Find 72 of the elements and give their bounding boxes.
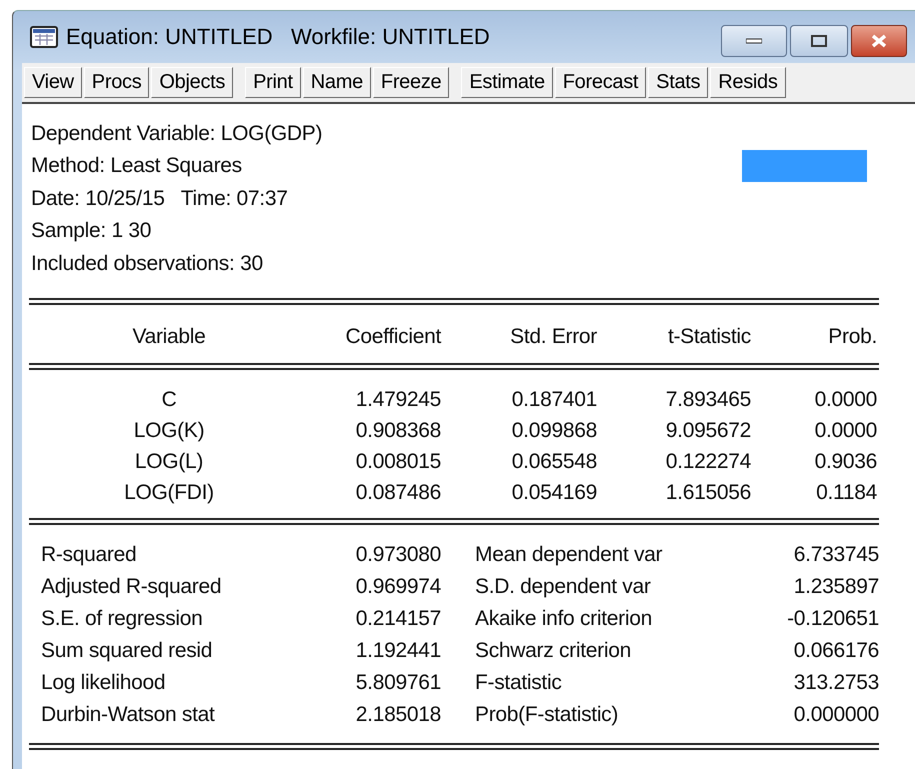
toolbar-button[interactable]: View — [24, 67, 82, 98]
toolbar-button[interactable]: Estimate — [461, 67, 553, 98]
statistic-value: 0.066176 — [792, 638, 879, 664]
maximize-icon — [811, 35, 827, 47]
statistic-label: S.D. dependent var — [474, 574, 652, 600]
window-title: Equation: UNTITLED Workfile: UNTITLED — [66, 24, 491, 50]
column-header: Variable — [131, 325, 207, 350]
table-cell-text: LOG(FDI) — [123, 480, 215, 506]
table-cell-text: LOG(L) — [134, 449, 204, 476]
statistic-value: 1.192441 — [354, 638, 441, 664]
header-line: Included observations: 30 — [31, 250, 263, 277]
minimize-button[interactable] — [721, 25, 787, 57]
table-cell-text: 0.0000 — [814, 418, 877, 444]
table-cell-text: 0.054169 — [510, 480, 597, 506]
table-cell-text: 0.187401 — [510, 387, 597, 414]
statistic-label: S.E. of regression — [40, 606, 204, 632]
toolbar-button[interactable]: Print — [245, 67, 301, 98]
statistic-value: 0.000000 — [792, 702, 879, 728]
table-cell-text: 0.908368 — [354, 418, 441, 444]
header-line: Method: Least Squares — [31, 153, 242, 180]
toolbar-button[interactable]: Name — [302, 67, 371, 98]
statistic-value: 0.969974 — [354, 574, 441, 600]
statistic-value: 2.185018 — [354, 702, 441, 728]
statistic-value: 0.973080 — [354, 542, 441, 568]
window-icon — [30, 26, 58, 48]
toolbar-button[interactable]: Freeze — [372, 67, 450, 98]
statistic-label: Prob(F-statistic) — [474, 702, 620, 728]
table-cell-text: 7.893465 — [664, 387, 751, 414]
statistic-label: Durbin-Watson stat — [40, 702, 216, 728]
statistic-label: F-statistic — [474, 670, 563, 696]
table-cell-text: 0.0000 — [814, 387, 877, 414]
statistic-label: Mean dependent var — [474, 542, 664, 568]
statistic-label: Schwarz criterion — [474, 638, 632, 664]
table-cell-text: 0.099868 — [510, 418, 597, 444]
table-cell-text: LOG(K) — [132, 418, 206, 444]
toolbar-button[interactable]: Stats — [648, 67, 708, 98]
table-cell-text: C — [160, 387, 178, 414]
toolbar-button[interactable]: Forecast — [554, 67, 646, 98]
table-cell-text: 1.615056 — [664, 480, 751, 506]
header-line: Date: 10/25/15 Time: 07:37 — [31, 186, 288, 212]
close-icon — [870, 34, 888, 48]
table-cell-text: 0.1184 — [815, 480, 877, 506]
column-header: Prob. — [827, 325, 877, 350]
table-cell-text: 9.095672 — [664, 418, 751, 444]
statistic-value: -0.120651 — [786, 606, 879, 632]
maximize-button[interactable] — [790, 25, 848, 57]
statistic-label: R-squared — [40, 542, 138, 568]
header-line: Sample: 1 30 — [31, 218, 152, 244]
column-header: Coefficient — [344, 325, 441, 350]
column-header: Std. Error — [509, 325, 597, 350]
minimize-icon — [746, 38, 762, 44]
table-cell-text: 0.122274 — [664, 449, 751, 476]
toolbar-button[interactable]: Procs — [84, 67, 150, 98]
statistic-value: 6.733745 — [792, 542, 879, 568]
statistic-label: Adjusted R-squared — [40, 574, 222, 600]
table-cell-text: 0.008015 — [354, 449, 441, 476]
toolbar-button[interactable]: Objects — [151, 67, 234, 98]
table-cell-text: 0.9036 — [814, 449, 877, 476]
table-cell-text: 0.087486 — [354, 480, 441, 506]
table-cell-text: 1.479245 — [354, 387, 441, 414]
statistic-value: 0.214157 — [354, 606, 441, 632]
toolbar-button[interactable]: Resids — [710, 67, 786, 98]
statistic-value: 313.2753 — [792, 670, 879, 696]
table-cell-text: 0.065548 — [510, 449, 597, 476]
statistic-value: 5.809761 — [354, 670, 441, 696]
statistic-label: Sum squared resid — [40, 638, 214, 664]
statistic-label: Log likelihood — [40, 670, 166, 696]
statistic-label: Akaike info criterion — [474, 606, 653, 632]
statistic-value: 1.235897 — [792, 574, 879, 600]
close-button[interactable] — [851, 25, 907, 57]
header-line: Dependent Variable: LOG(GDP) — [31, 121, 322, 147]
column-header: t-Statistic — [666, 325, 751, 350]
